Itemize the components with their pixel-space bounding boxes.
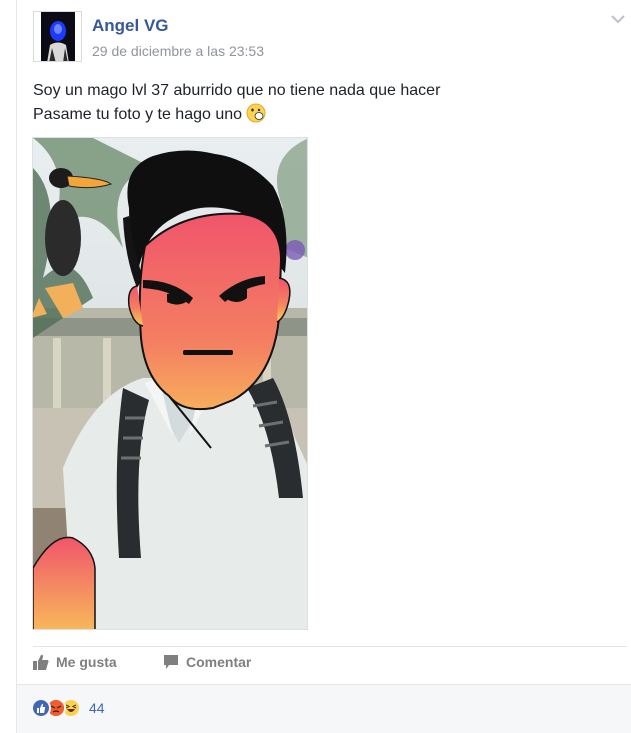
comment-button[interactable]: Comentar [163,654,251,670]
actions-divider-top [33,646,627,647]
comment-icon [164,655,178,669]
reactions-bar: 44 [17,684,631,733]
chevron-down-icon[interactable] [611,14,625,24]
reactions-summary[interactable]: 44 [31,698,105,718]
post-text-line-1: Soy un mago lvl 37 aburrido que no tiene… [33,82,441,99]
author-name-link[interactable]: Angel VG [92,16,169,36]
reactions-divider [17,684,631,685]
thumbs-up-icon [33,654,49,670]
post-text: Soy un mago lvl 37 aburrido que no tiene… [33,79,440,127]
dizzy-face-emoji-icon [246,103,266,123]
post-photo[interactable] [32,137,308,630]
post-text-line-2: Pasame tu foto y te hago uno [33,106,243,123]
like-icon [31,698,51,718]
like-button[interactable]: Me gusta [33,654,117,670]
comment-button-label: Comentar [186,654,252,670]
photo-image [33,138,307,629]
author-avatar[interactable] [33,11,82,62]
like-button-label: Me gusta [56,654,117,670]
post-timestamp[interactable]: 29 de diciembre a las 23:53 [92,43,264,59]
post-text-line-2-wrapper: Pasame tu foto y te hago uno [33,103,440,127]
reaction-count[interactable]: 44 [89,700,105,716]
post-card: Angel VG 29 de diciembre a las 23:53 Soy… [16,0,631,733]
